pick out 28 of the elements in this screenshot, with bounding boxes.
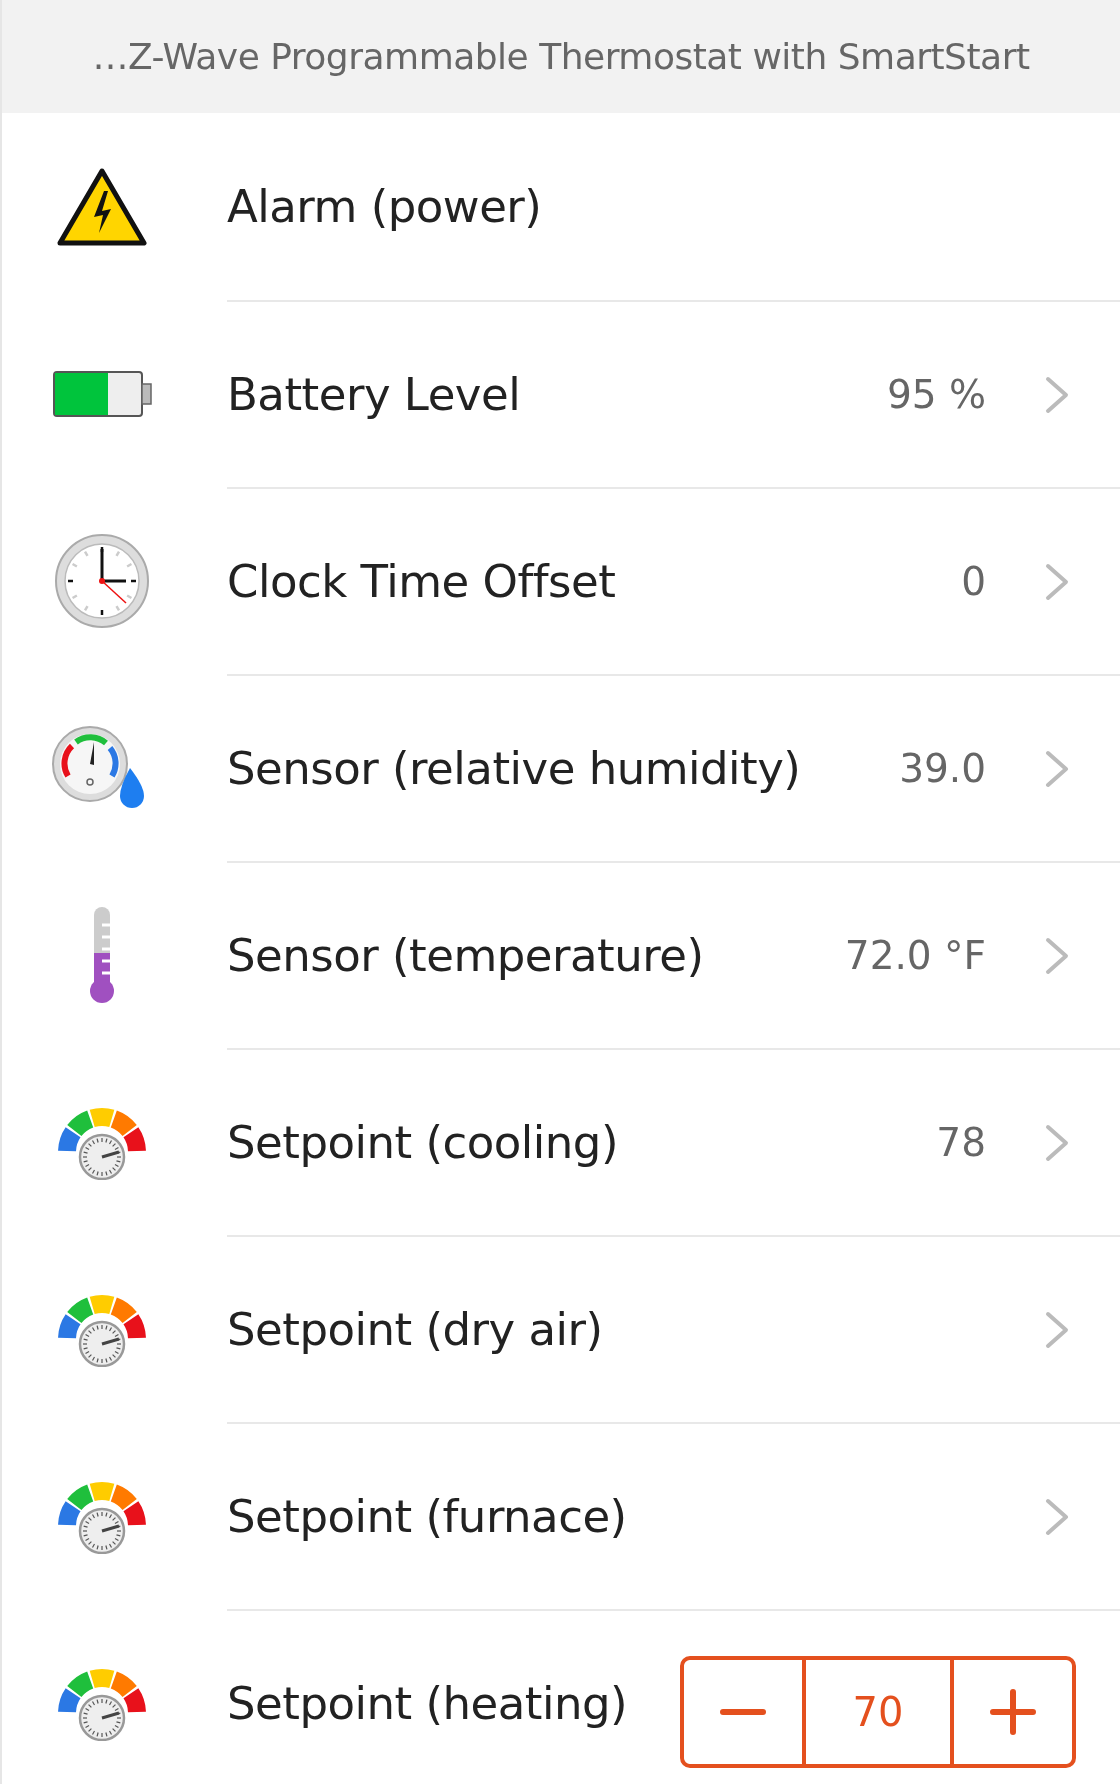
thermometer-icon xyxy=(87,904,117,1005)
row-label: Setpoint (dry air) xyxy=(227,1303,604,1356)
chevron-icon[interactable] xyxy=(1044,374,1070,415)
chevron-icon[interactable] xyxy=(1044,1496,1070,1537)
row-value: 78 xyxy=(936,1120,986,1165)
row-label: Setpoint (heating) xyxy=(227,1677,629,1730)
row-value: 95 % xyxy=(886,372,986,417)
row-value: 39.0 xyxy=(899,746,986,791)
row-label: Alarm (power) xyxy=(227,180,543,233)
row-value: 72.0 °F xyxy=(844,933,986,978)
minus-icon xyxy=(719,1707,767,1716)
row-label: Battery Level xyxy=(227,368,522,421)
chevron-icon[interactable] xyxy=(1044,935,1070,976)
row-label: Clock Time Offset xyxy=(227,555,617,608)
clock-icon xyxy=(54,532,150,629)
chevron-icon[interactable] xyxy=(1044,561,1070,602)
row-label: Setpoint (cooling) xyxy=(227,1116,619,1169)
row-label: Setpoint (furnace) xyxy=(227,1490,628,1543)
row-label: Sensor (temperature) xyxy=(227,929,705,982)
battery-icon xyxy=(52,369,152,418)
chevron-icon[interactable] xyxy=(1044,748,1070,789)
warning-icon xyxy=(56,166,148,247)
plus-icon xyxy=(989,1687,1037,1736)
device-title: …Z-Wave Programmable Thermostat with SmartStart xyxy=(92,36,1030,77)
row-label: Sensor (relative humidity) xyxy=(227,742,802,795)
chevron-icon[interactable] xyxy=(1044,1309,1070,1350)
chevron-icon[interactable] xyxy=(1044,1122,1070,1163)
row-value: 0 xyxy=(961,559,986,604)
